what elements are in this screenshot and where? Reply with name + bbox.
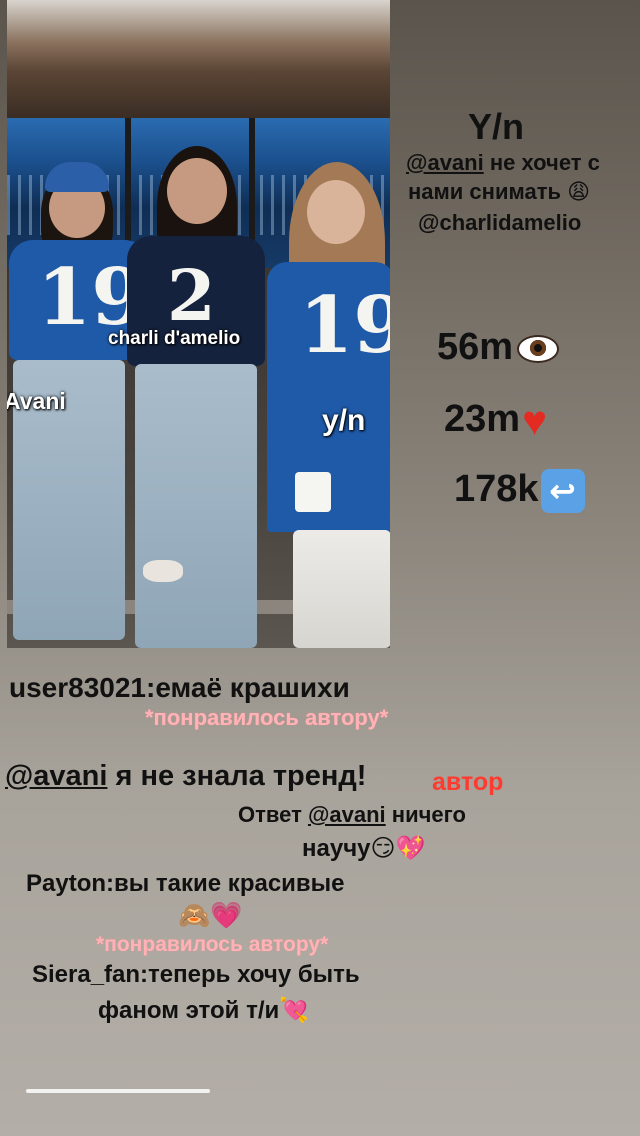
caption-line-1: @avani не хочет с (406, 150, 600, 175)
views-count: 56m (437, 326, 560, 369)
reply-line-1[interactable]: Ответ @avani ничего (238, 802, 466, 828)
comment-author[interactable]: @avani я не знала тренд! (5, 760, 366, 793)
weary-face-icon: 😩 (567, 180, 591, 205)
liked-by-author-badge: *понравилось автору* (96, 933, 329, 956)
label-yn: y/n (322, 404, 366, 437)
video-frame[interactable]: 19 2 19 charli d'amelio Avani y/n (7, 0, 390, 648)
heart-icon: ♥ (522, 396, 547, 444)
eye-icon (517, 334, 560, 363)
mention-avani[interactable]: @avani (406, 150, 484, 175)
comment-siera-fan-line-1[interactable]: Siera_fan:теперь хочу быть (32, 961, 360, 989)
mention-avani[interactable]: @avani (5, 760, 107, 792)
home-indicator[interactable] (26, 1089, 210, 1093)
heart-arrow-icon: 💘 (279, 996, 310, 1024)
author-name[interactable]: Y/n (468, 106, 524, 148)
label-charli: charli d'amelio (108, 328, 241, 349)
liked-by-author-badge: *понравилось автору* (145, 705, 389, 730)
mention-charlidamelio[interactable]: @charlidamelio (418, 210, 581, 236)
comment-payton[interactable]: Payton:вы такие красивые (26, 870, 345, 898)
smirk-sparkle-heart-icon: 😏💖 (370, 834, 426, 862)
author-tag: автор (432, 768, 504, 796)
comment-siera-fan-line-2: фаном этой т/и💘 (98, 996, 310, 1024)
repost-arrow-icon: ↩ (540, 468, 585, 513)
reply-line-2: научу😏💖 (302, 834, 426, 862)
likes-count[interactable]: 23m♥ (444, 398, 547, 442)
ceiling (7, 0, 390, 118)
comment-user83021[interactable]: user83021:емаё крашихи (9, 672, 350, 704)
monkey-heart-icon: 🙈💗 (178, 901, 243, 931)
reposts-count[interactable]: 178k ↩ (454, 468, 585, 513)
mention-avani[interactable]: @avani (308, 802, 386, 827)
label-avani: Avani (7, 388, 66, 414)
caption-line-2: нами снимать 😩 (408, 179, 591, 205)
